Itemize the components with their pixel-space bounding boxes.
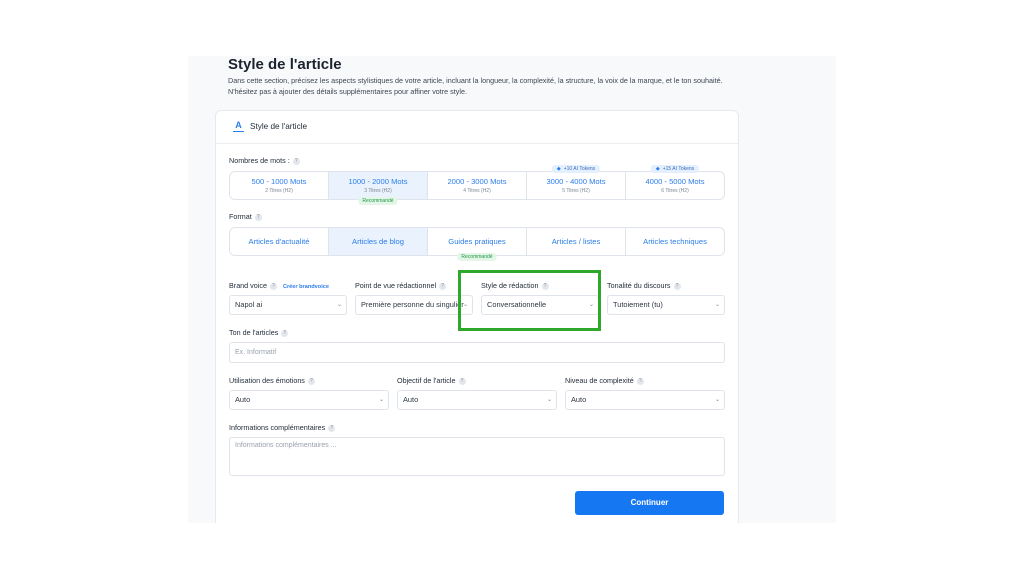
emotions-label: Utilisation des émotions? xyxy=(229,376,315,385)
complexity-select[interactable]: Auto ⌄ xyxy=(565,390,725,410)
objective-select[interactable]: Auto ⌄ xyxy=(397,390,557,410)
annotation-highlight-box xyxy=(458,270,601,331)
point-of-view-select[interactable]: Première personne du singulier ⌄ xyxy=(355,295,473,315)
brand-voice-select[interactable]: Napol ai ⌄ xyxy=(229,295,347,315)
chevron-down-icon: ⌄ xyxy=(336,302,342,308)
objective-label: Objectif de l'article? xyxy=(397,376,466,385)
page-description: Dans cette section, précisez les aspects… xyxy=(228,76,723,96)
chevron-down-icon: ⌄ xyxy=(714,302,720,308)
word-count-option-4000-5000[interactable]: ◆ +15 AI Tokens 4000 - 5000 Mots 6 Titres… xyxy=(626,165,724,199)
continue-button[interactable]: Continuer xyxy=(575,491,724,515)
tone-speech-select[interactable]: Tutoiement (tu) ⌄ xyxy=(607,295,725,315)
extra-info-label: Informations complémentaires? xyxy=(229,423,336,432)
format-selector: Articles d'actualité Articles de blog Gu… xyxy=(229,227,725,261)
help-icon[interactable]: ? xyxy=(636,377,644,385)
article-tone-input[interactable]: Ex. Informatif xyxy=(229,342,725,363)
word-count-label: Nombres de mots :? xyxy=(229,156,300,165)
card-title: Style de l'article xyxy=(250,122,308,131)
create-brandvoice-link[interactable]: Créer brandvoice xyxy=(283,284,329,290)
help-icon[interactable]: ? xyxy=(439,282,447,290)
recommended-badge: Recommandé xyxy=(457,253,497,261)
word-count-option-3000-4000[interactable]: ◆ +10 AI Tokens 3000 - 4000 Mots 5 Titres… xyxy=(527,165,626,199)
chevron-down-icon: ⌄ xyxy=(378,397,384,403)
word-count-option-500-1000[interactable]: 500 - 1000 Mots 2 Titres (H2) xyxy=(230,172,329,199)
point-of-view-label: Point de vue rédactionnel? xyxy=(355,281,447,290)
format-option-technical[interactable]: Articles techniques xyxy=(626,228,724,255)
brand-voice-label: Brand voice? Créer brandvoice xyxy=(229,281,329,290)
format-option-guides[interactable]: Guides pratiques Recommandé xyxy=(428,228,527,261)
chevron-down-icon: ⌄ xyxy=(714,397,720,403)
help-icon[interactable]: ? xyxy=(292,157,300,165)
app-canvas: Style de l'article Dans cette section, p… xyxy=(188,56,836,523)
recommended-badge: Recommandé xyxy=(358,197,398,205)
emotions-select[interactable]: Auto ⌄ xyxy=(229,390,389,410)
token-badge: ◆ +15 AI Tokens xyxy=(650,165,700,173)
card-header: A Style de l'article xyxy=(216,111,738,144)
page-title: Style de l'article xyxy=(228,56,342,73)
help-icon[interactable]: ? xyxy=(458,377,466,385)
format-option-news[interactable]: Articles d'actualité xyxy=(230,228,329,255)
word-count-option-1000-2000[interactable]: 1000 - 2000 Mots 3 Titres (H2) Recommand… xyxy=(329,172,428,205)
help-icon[interactable]: ? xyxy=(328,424,336,432)
article-tone-label: Ton de l'articles? xyxy=(229,328,289,337)
format-option-blog[interactable]: Articles de blog xyxy=(329,228,428,255)
diamond-icon: ◆ xyxy=(655,166,660,172)
complexity-label: Niveau de complexité? xyxy=(565,376,644,385)
extra-info-textarea[interactable]: Informations complémentaires ... xyxy=(229,437,725,476)
help-icon[interactable]: ? xyxy=(281,329,289,337)
chevron-down-icon: ⌄ xyxy=(546,397,552,403)
word-count-option-2000-3000[interactable]: 2000 - 3000 Mots 4 Titres (H2) xyxy=(428,172,527,199)
help-icon[interactable]: ? xyxy=(269,282,277,290)
token-badge: ◆ +10 AI Tokens xyxy=(551,165,601,173)
help-icon[interactable]: ? xyxy=(307,377,315,385)
help-icon[interactable]: ? xyxy=(254,213,262,221)
word-count-selector: 500 - 1000 Mots 2 Titres (H2) 1000 - 200… xyxy=(229,165,725,205)
format-option-lists[interactable]: Articles / listes xyxy=(527,228,626,255)
tone-speech-label: Tonalité du discours? xyxy=(607,281,681,290)
help-icon[interactable]: ? xyxy=(673,282,681,290)
format-label: Format? xyxy=(229,212,262,221)
diamond-icon: ◆ xyxy=(556,166,561,172)
text-style-icon: A xyxy=(233,121,244,132)
